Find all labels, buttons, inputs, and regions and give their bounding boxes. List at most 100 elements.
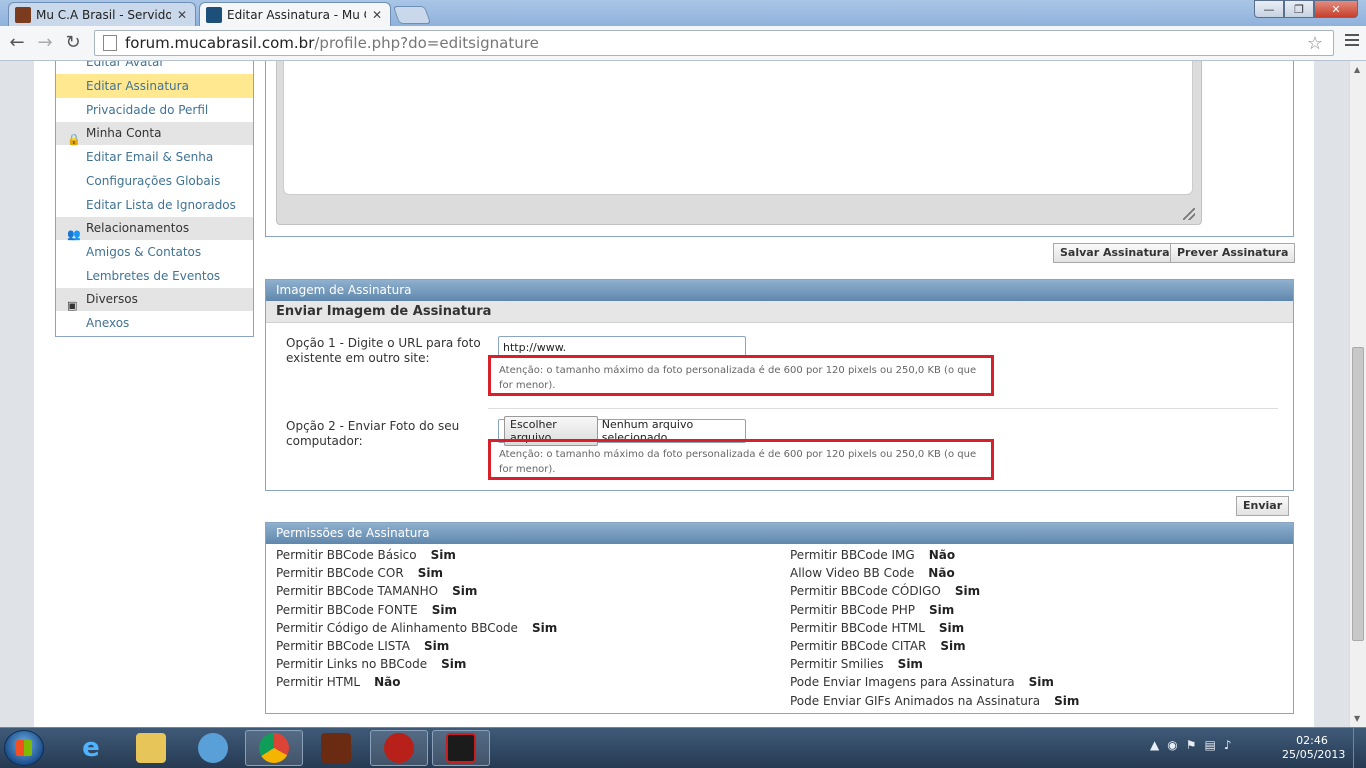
permission-value: Sim <box>929 602 955 617</box>
page-viewport: Editar Avatar Editar Assinatura Privacid… <box>0 61 1349 727</box>
taskbar-garena[interactable] <box>432 730 490 766</box>
reload-button[interactable]: ↻ <box>62 32 84 54</box>
garena-icon <box>446 733 476 763</box>
size-warning-hint: Atenção: o tamanho máximo da foto person… <box>488 439 994 480</box>
section-title: Diversos <box>86 292 138 306</box>
option2-label: Opção 2 - Enviar Foto do seu computador: <box>286 419 460 448</box>
url-host: forum.mucabrasil.com.br <box>125 34 315 52</box>
option-divider <box>488 408 1278 409</box>
section-title: Relacionamentos <box>86 221 190 235</box>
misc-windows-icon: ▣ <box>67 299 78 312</box>
tray-volume-icon[interactable]: ♪ <box>1224 738 1232 752</box>
permission-label: Permitir BBCode IMG <box>790 548 915 562</box>
url-path: /profile.php?do=editsignature <box>314 34 539 52</box>
option1-label: Opção 1 - Digite o URL para foto existen… <box>286 336 481 365</box>
permission-row: Permitir BBCode LISTA Sim <box>276 639 449 653</box>
size-warning-hint: Atenção: o tamanho máximo da foto person… <box>488 355 994 396</box>
window-controls: — ❐ ✕ <box>1254 0 1358 18</box>
signature-textarea[interactable] <box>283 61 1193 195</box>
sidebar-item-configuracoes[interactable]: Configurações Globais <box>56 169 253 193</box>
permission-row: Pode Enviar Imagens para Assinatura Sim <box>790 675 1054 689</box>
scroll-down-icon[interactable]: ▼ <box>1354 714 1360 723</box>
permission-value: Sim <box>1054 693 1080 708</box>
show-desktop-button[interactable] <box>1353 728 1366 768</box>
permission-row: Permitir BBCode IMG Não <box>790 548 955 562</box>
close-window-button[interactable]: ✕ <box>1314 0 1358 18</box>
taskbar-explorer[interactable] <box>122 730 180 766</box>
tab-title: Mu C.A Brasil - Servidor B <box>36 7 171 22</box>
system-tray: ▲ ◉ ⚑ ▤ ♪ <box>1150 738 1232 752</box>
sidebar-section-diversos: ▣ Diversos <box>56 288 253 312</box>
tray-app-icon[interactable]: ◉ <box>1167 738 1177 752</box>
browser-menu-icon[interactable] <box>1345 34 1359 49</box>
internet-explorer-icon: e <box>82 733 100 763</box>
scroll-up-icon[interactable]: ▲ <box>1354 65 1360 74</box>
start-button[interactable] <box>4 730 44 766</box>
permission-label: Permitir BBCode CÓDIGO <box>790 584 941 599</box>
preview-signature-button[interactable]: Prever Assinatura <box>1170 243 1296 263</box>
sidebar-item-privacidade[interactable]: Privacidade do Perfil <box>56 98 253 122</box>
permission-row: Permitir BBCode COR Sim <box>276 566 443 580</box>
permission-value: Sim <box>417 566 443 581</box>
forum-page: Editar Avatar Editar Assinatura Privacid… <box>34 61 1314 727</box>
permission-value: Sim <box>431 602 458 617</box>
sidebar-item-amigos[interactable]: Amigos & Contatos <box>56 240 253 264</box>
tray-expand-icon[interactable]: ▲ <box>1150 738 1159 752</box>
scroll-thumb[interactable] <box>1352 347 1364 641</box>
taskbar-messenger[interactable] <box>184 730 242 766</box>
close-tab-icon[interactable]: ✕ <box>370 8 384 22</box>
sidebar-section-relacionamentos: 👥 Relacionamentos <box>56 217 253 241</box>
taskbar-ie[interactable]: e <box>62 730 120 766</box>
permission-label: Permitir BBCode Básico <box>276 548 417 562</box>
taskbar-clock[interactable]: 02:46 25/05/2013 <box>1282 734 1345 762</box>
sidebar-item-editar-avatar[interactable]: Editar Avatar <box>56 61 253 74</box>
tab-mu-ca-brasil[interactable]: Mu C.A Brasil - Servidor B ✕ <box>8 2 196 26</box>
forum-favicon-icon <box>206 6 222 23</box>
permission-value: Não <box>374 675 401 690</box>
taskbar-chrome[interactable] <box>245 730 303 766</box>
taskbar-mu-game[interactable] <box>307 730 365 766</box>
users-icon: 👥 <box>67 228 81 241</box>
sidebar-item-ignorados[interactable]: Editar Lista de Ignorados <box>56 193 253 217</box>
back-button[interactable]: ← <box>6 32 28 54</box>
permission-label: Permitir BBCode CITAR <box>790 639 927 653</box>
save-signature-button[interactable]: Salvar Assinatura <box>1053 243 1177 263</box>
permission-label: Pode Enviar Imagens para Assinatura <box>790 675 1015 690</box>
tray-flag-icon[interactable]: ⚑ <box>1186 738 1197 752</box>
permission-row: Permitir BBCode CÓDIGO Sim <box>790 584 980 598</box>
close-tab-icon[interactable]: ✕ <box>175 8 189 22</box>
windows-taskbar: e ▲ ◉ ⚑ ▤ ♪ 02:46 25/05/2013 <box>0 727 1366 768</box>
taskbar-app-red[interactable] <box>370 730 428 766</box>
sidebar-item-email-senha[interactable]: Editar Email & Senha <box>56 145 253 169</box>
resize-grip-icon[interactable] <box>1183 208 1195 220</box>
page-icon <box>103 35 117 51</box>
sidebar-item-editar-assinatura[interactable]: Editar Assinatura <box>56 74 253 98</box>
minimize-window-button[interactable]: — <box>1254 0 1284 18</box>
permission-label: Permitir Código de Alinhamento BBCode <box>276 620 518 635</box>
maximize-window-button[interactable]: ❐ <box>1284 0 1314 18</box>
permission-label: Permitir BBCode HTML <box>790 620 925 635</box>
signature-image-panel: Imagem de Assinatura Enviar Imagem de As… <box>265 279 1294 491</box>
new-tab-button[interactable] <box>392 6 432 24</box>
send-image-button[interactable]: Enviar <box>1236 496 1290 516</box>
permission-row: Permitir BBCode CITAR Sim <box>790 639 966 653</box>
sidebar-item-anexos[interactable]: Anexos <box>56 311 253 335</box>
folder-icon <box>136 733 166 763</box>
lock-icon: 🔒 <box>67 133 81 146</box>
chrome-icon <box>259 733 289 763</box>
messenger-icon <box>198 733 228 763</box>
page-scrollbar[interactable]: ▲ ▼ <box>1349 61 1366 727</box>
tray-network-icon[interactable]: ▤ <box>1204 738 1215 752</box>
browser-tab-strip: Mu C.A Brasil - Servidor B ✕ Editar Assi… <box>0 0 1366 26</box>
permission-label: Permitir HTML <box>276 675 361 690</box>
forward-button[interactable]: → <box>34 32 56 54</box>
permission-value: Sim <box>954 584 981 599</box>
permission-row: Permitir Código de Alinhamento BBCode Sim <box>276 621 557 635</box>
bookmark-star-icon[interactable]: ☆ <box>1307 33 1323 54</box>
permission-value: Não <box>928 548 956 562</box>
permission-label: Permitir Links no BBCode <box>276 657 428 672</box>
user-cp-sidebar: Editar Avatar Editar Assinatura Privacid… <box>55 61 254 337</box>
tab-editar-assinatura[interactable]: Editar Assinatura - Mu C.A ✕ <box>199 2 391 26</box>
sidebar-item-lembretes[interactable]: Lembretes de Eventos <box>56 264 253 288</box>
address-bar[interactable]: forum.mucabrasil.com.br/profile.php?do=e… <box>94 30 1334 56</box>
